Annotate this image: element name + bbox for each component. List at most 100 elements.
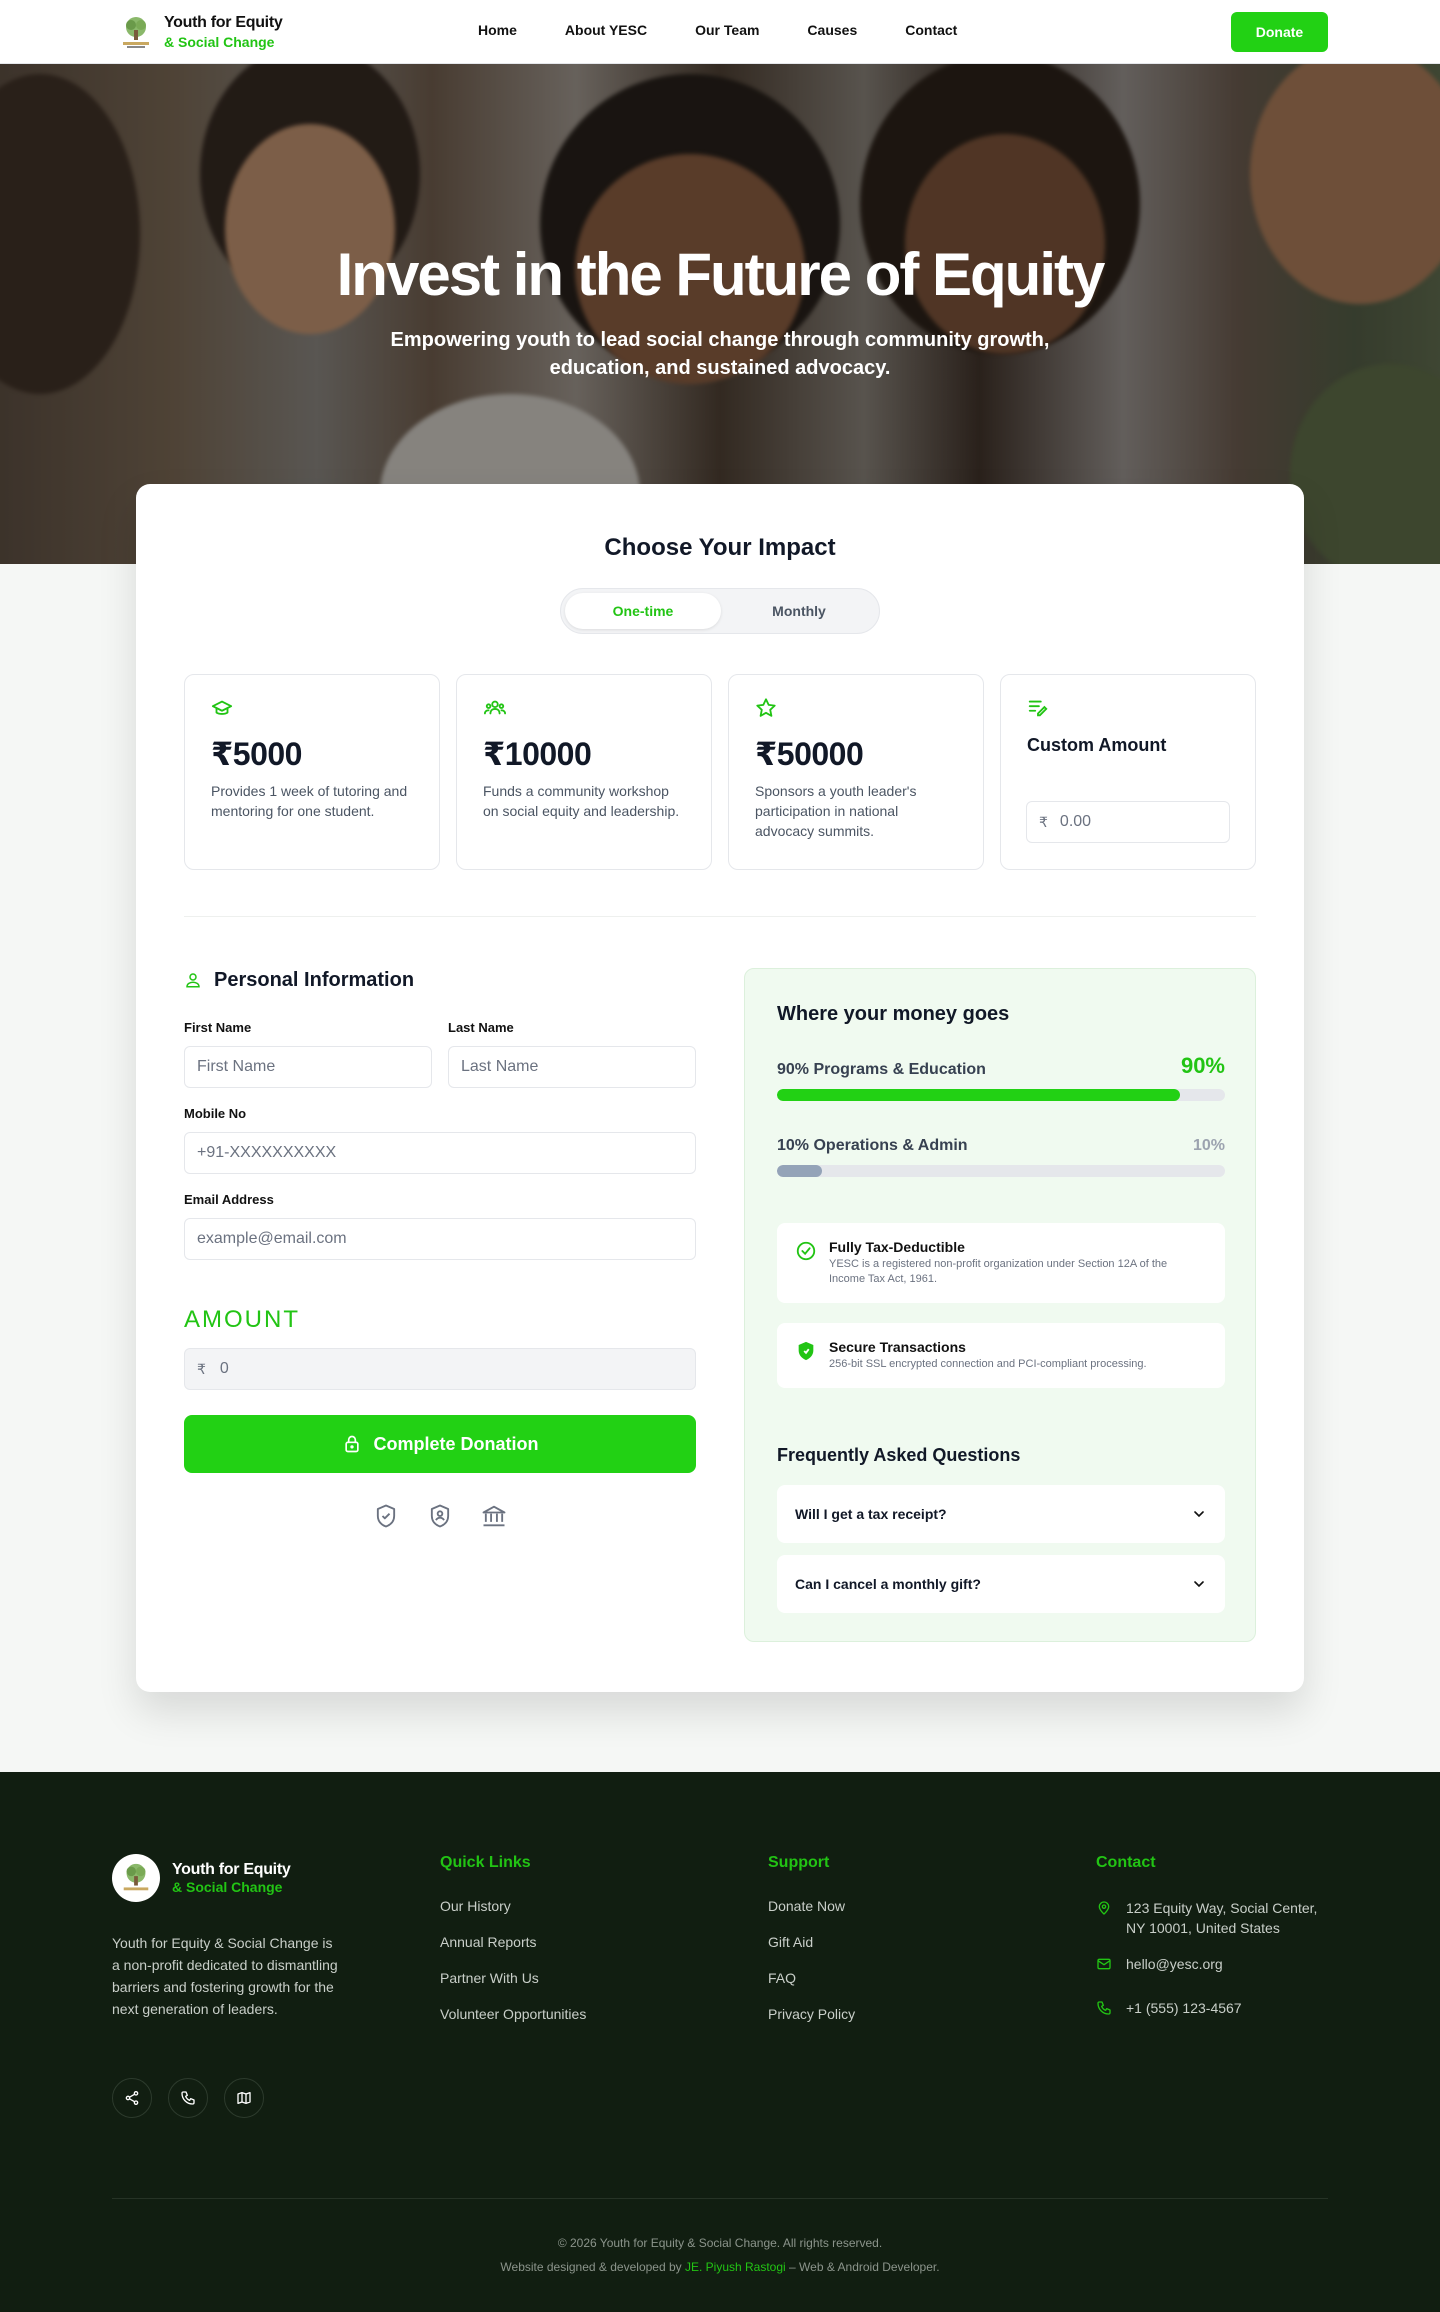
footer-link-privacy[interactable]: Privacy Policy: [768, 2006, 855, 2022]
check-circle-icon: [795, 1240, 817, 1262]
mail-icon: [1096, 1956, 1112, 1972]
tier-description: Sponsors a youth leader's participation …: [755, 783, 917, 839]
tier-card-custom[interactable]: Custom Amount ₹ 0.00: [1000, 674, 1256, 870]
custom-amount-placeholder: 0.00: [1059, 813, 1092, 830]
allocation-label: 90% Programs & Education: [777, 1061, 986, 1078]
tree-logo-icon: [112, 1854, 160, 1902]
logo-subtitle: & Social Change: [164, 34, 275, 50]
toggle-one-time[interactable]: One-time: [565, 593, 721, 629]
nav-link-contact[interactable]: Contact: [905, 22, 957, 38]
shield-lock-icon: [795, 1340, 817, 1362]
phone-icon: [1096, 2000, 1112, 2016]
last-name-input[interactable]: Last Name: [448, 1046, 696, 1088]
donation-tiers: ₹5000 Provides 1 week of tutoring and me…: [184, 674, 1256, 870]
footer-link-donate[interactable]: Donate Now: [768, 1898, 845, 1914]
copyright-text: © 2026 Youth for Equity & Social Change.…: [557, 2236, 883, 2250]
frequency-toggle: One-time Monthly: [560, 588, 880, 634]
tier-description: Funds a community workshop on social equ…: [483, 783, 680, 819]
shield-check-icon: [372, 1502, 400, 1530]
toggle-monthly[interactable]: Monthly: [721, 593, 877, 629]
tax-deductible-badge: Fully Tax-Deductible YESC is a registere…: [777, 1223, 1225, 1303]
shield-user-icon: [426, 1502, 454, 1530]
phone-icon[interactable]: [168, 2078, 208, 2118]
allocation-bar-fill: [777, 1165, 822, 1177]
logo-title: Youth for Equity: [164, 14, 283, 31]
footer-quick-links: Quick Links Our History Annual Reports P…: [440, 1854, 680, 2054]
footer-link-faq[interactable]: FAQ: [768, 1970, 796, 1986]
tier-card-10000[interactable]: ₹10000 Funds a community workshop on soc…: [456, 674, 712, 870]
tree-logo-icon: [120, 12, 152, 52]
custom-amount-label: Custom Amount: [1027, 735, 1167, 755]
footer-column-title: Support: [768, 1854, 830, 1871]
tier-card-50000[interactable]: ₹50000 Sponsors a youth leader's partici…: [728, 674, 984, 870]
first-name-label: First Name: [184, 1020, 252, 1035]
secure-transactions-badge: Secure Transactions 256-bit SSL encrypte…: [777, 1323, 1225, 1388]
personal-info-heading: Personal Information: [184, 968, 696, 992]
allocation-bar: [777, 1165, 1225, 1177]
footer-phone[interactable]: +1 (555) 123-4567: [1096, 1998, 1242, 2018]
nav-link-team[interactable]: Our Team: [695, 22, 759, 38]
faq-item-cancel-monthly[interactable]: Can I cancel a monthly gift?: [777, 1555, 1225, 1613]
complete-donation-button[interactable]: Complete Donation: [184, 1415, 696, 1473]
footer-column-title: Contact: [1096, 1854, 1156, 1871]
complete-donation-label: Complete Donation: [373, 1433, 539, 1454]
community-group-icon: [483, 697, 507, 721]
footer-logo-title: Youth for Equity: [172, 1861, 291, 1878]
personal-info-form: Personal Information: [184, 968, 696, 992]
footer-logo[interactable]: Youth for Equity & Social Change: [112, 1854, 291, 1902]
site-logo[interactable]: Youth for Equity & Social Change: [120, 12, 283, 52]
tier-amount: ₹5000: [211, 736, 302, 772]
trust-icons: [372, 1502, 508, 1530]
footer-about: Youth for Equity & Social Change is a no…: [112, 1935, 338, 2017]
faq-question: Can I cancel a monthly gift?: [795, 1576, 981, 1592]
allocation-percent: 10%: [1192, 1137, 1225, 1154]
custom-amount-input[interactable]: ₹ 0.00: [1026, 801, 1230, 843]
nav-donate-button[interactable]: Donate: [1231, 12, 1328, 52]
badge-description: 256-bit SSL encrypted connection and PCI…: [829, 1358, 1147, 1370]
footer-email[interactable]: hello@yesc.org: [1096, 1954, 1223, 1974]
nav-links: Home About YESC Our Team Causes Contact: [478, 22, 957, 38]
badge-title: Fully Tax-Deductible: [829, 1239, 965, 1255]
user-icon: [184, 971, 202, 989]
first-name-input[interactable]: First Name: [184, 1046, 432, 1088]
allocation-operations: 10% Operations & Admin 10%: [777, 1131, 1225, 1177]
amount-field: ₹ 0: [184, 1348, 696, 1390]
developer-link[interactable]: JE. Piyush Rastogi: [685, 2260, 786, 2274]
footer-column-title: Quick Links: [440, 1854, 531, 1871]
phone-text: +1 (555) 123-4567: [1126, 2000, 1242, 2016]
mobile-input[interactable]: +91-XXXXXXXXXX: [184, 1132, 696, 1174]
hero-subtitle: Empowering youth to lead social change t…: [390, 329, 1050, 379]
rupee-symbol: ₹: [1039, 813, 1048, 830]
credit-text: Website designed & developed by JE. Piyu…: [0, 2260, 1440, 2274]
faq-title: Frequently Asked Questions: [777, 1445, 1021, 1465]
footer-link-reports[interactable]: Annual Reports: [440, 1934, 537, 1950]
faq-item-tax-receipt[interactable]: Will I get a tax receipt?: [777, 1485, 1225, 1543]
footer-logo-subtitle: & Social Change: [172, 1879, 283, 1895]
tier-card-5000[interactable]: ₹5000 Provides 1 week of tutoring and me…: [184, 674, 440, 870]
share-icon[interactable]: [112, 2078, 152, 2118]
nav-link-home[interactable]: Home: [478, 22, 517, 38]
faq-question: Will I get a tax receipt?: [795, 1506, 947, 1522]
footer-support-links: Support Donate Now Gift Aid FAQ Privacy …: [768, 1854, 1008, 2054]
money-panel-title: Where your money goes: [777, 1003, 1010, 1025]
chevron-down-icon: [1191, 1576, 1207, 1592]
allocation-bar: [777, 1089, 1225, 1101]
nav-link-about[interactable]: About YESC: [565, 22, 647, 38]
chevron-down-icon: [1191, 1506, 1207, 1522]
rupee-symbol: ₹: [197, 1360, 206, 1377]
amount-value: 0: [219, 1360, 229, 1377]
allocation-percent: 90%: [1180, 1053, 1225, 1078]
footer-link-partner[interactable]: Partner With Us: [440, 1970, 539, 1986]
footer-link-gift-aid[interactable]: Gift Aid: [768, 1934, 813, 1950]
email-input[interactable]: example@email.com: [184, 1218, 696, 1260]
nav-link-causes[interactable]: Causes: [807, 22, 857, 38]
footer-address: 123 Equity Way, Social Center, NY 10001,…: [1096, 1898, 1328, 1938]
hero-title: Invest in the Future of Equity: [336, 241, 1106, 308]
footer-link-volunteer[interactable]: Volunteer Opportunities: [440, 2006, 586, 2022]
tier-description: Provides 1 week of tutoring and mentorin…: [211, 783, 408, 819]
money-allocation-panel: Where your money goes 90% Programs & Edu…: [744, 968, 1256, 1642]
tier-amount: ₹50000: [755, 736, 864, 772]
mobile-label: Mobile No: [184, 1106, 247, 1121]
footer-link-history[interactable]: Our History: [440, 1898, 511, 1914]
map-icon[interactable]: [224, 2078, 264, 2118]
